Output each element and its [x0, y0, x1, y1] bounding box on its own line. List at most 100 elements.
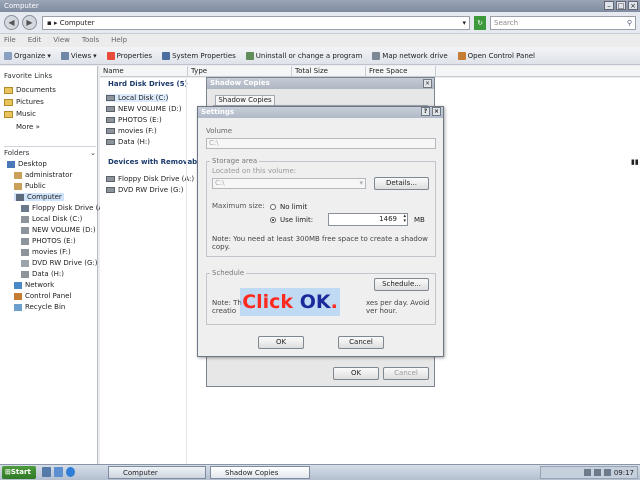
settings-close-button[interactable]: ×	[432, 107, 441, 116]
favorite-documents[interactable]: Documents	[4, 86, 56, 94]
list-item-label: Data (H:)	[118, 138, 151, 146]
folders-header[interactable]: Folders ⌄	[4, 146, 96, 157]
tree-item[interactable]: DVD RW Drive (G:)	[21, 259, 98, 267]
menu-edit[interactable]: Edit	[28, 35, 42, 46]
refresh-button[interactable]: ↻	[474, 16, 486, 30]
uninstall-button[interactable]: Uninstall or change a program	[245, 51, 362, 60]
computer-icon	[16, 193, 24, 201]
taskbar-computer[interactable]: Computer	[108, 466, 206, 479]
tree-item[interactable]: PHOTOS (E:)	[21, 237, 76, 245]
shadow-copies-close-button[interactable]: ×	[423, 79, 432, 88]
search-input[interactable]: Search ⚲	[490, 16, 636, 30]
spin-arrows-icon[interactable]: ▴ ▾	[403, 214, 406, 224]
switch-windows-icon[interactable]	[54, 467, 63, 477]
minimize-button[interactable]: –	[604, 1, 614, 10]
drive-icon	[21, 215, 29, 223]
address-bar[interactable]: ▪ ▸ Computer ▾	[42, 16, 470, 30]
tree-item[interactable]: Recycle Bin	[14, 303, 65, 311]
taskbar-shadow-copies[interactable]: Shadow Copies	[210, 466, 310, 479]
drive-icon	[106, 128, 115, 134]
security-icon[interactable]	[603, 469, 611, 476]
column-free-space[interactable]: Free Space	[366, 66, 436, 77]
organize-button[interactable]: Organize ▾	[4, 51, 51, 60]
schedule-button[interactable]: Schedule...	[374, 278, 429, 291]
tree-item[interactable]: Computer	[14, 193, 64, 201]
list-item[interactable]: DVD RW Drive (G:)	[106, 186, 184, 194]
menu-file[interactable]: File	[4, 35, 16, 46]
back-button[interactable]: ◀	[4, 15, 19, 30]
list-item[interactable]: NEW VOLUME (D:)	[106, 105, 182, 113]
schedule-note-line2-end: ver hour.	[366, 307, 398, 315]
column-name[interactable]: Name	[100, 66, 188, 77]
tree-item[interactable]: Desktop	[7, 160, 47, 168]
column-total-size[interactable]: Total Size	[292, 66, 366, 77]
settings-cancel-button[interactable]: Cancel	[338, 336, 384, 349]
tree-item[interactable]: Data (H:)	[21, 270, 64, 278]
list-item[interactable]: Data (H:)	[106, 138, 150, 146]
limit-size-input[interactable]: 1469 ▴ ▾	[328, 213, 408, 226]
drive-icon	[21, 248, 29, 256]
list-item[interactable]: PHOTOS (E:)	[106, 116, 162, 124]
maximum-size-label: Maximum size:	[212, 202, 265, 210]
favorites-more-link[interactable]: More »	[16, 123, 40, 131]
menu-help[interactable]: Help	[111, 35, 127, 46]
search-icon[interactable]: ⚲	[627, 17, 632, 29]
tree-item[interactable]: Local Disk (C:)	[21, 215, 82, 223]
tree-item[interactable]: NEW VOLUME (D:)	[21, 226, 96, 234]
tab-shadow-copies[interactable]: Shadow Copies	[215, 95, 275, 105]
drive-icon	[106, 176, 115, 182]
shadow-copies-ok-button[interactable]: OK	[333, 367, 379, 380]
column-divider	[186, 78, 187, 464]
volume-icon[interactable]	[593, 469, 601, 476]
properties-button[interactable]: Properties	[106, 51, 152, 60]
list-item[interactable]: Floppy Disk Drive (A:)	[106, 175, 194, 183]
help-button[interactable]: ?	[421, 107, 430, 116]
close-button[interactable]: ×	[628, 1, 638, 10]
map-drive-button[interactable]: Map network drive	[372, 51, 448, 60]
maximize-button[interactable]: □	[616, 1, 626, 10]
menu-view[interactable]: View	[53, 35, 70, 46]
splitter-handle[interactable]: ▮▮	[631, 158, 639, 166]
tree-item[interactable]: movies (F:)	[21, 248, 71, 256]
menu-tools[interactable]: Tools	[82, 35, 99, 46]
details-button[interactable]: Details...	[374, 177, 429, 190]
located-on-select: C:\ ▾	[212, 178, 366, 189]
tree-item[interactable]: Floppy Disk Drive (A:)	[21, 204, 108, 212]
start-button[interactable]: ⊞Start	[2, 466, 36, 479]
address-dropdown-icon[interactable]: ▾	[462, 17, 466, 29]
tree-item-label: Control Panel	[25, 292, 72, 300]
internet-explorer-icon[interactable]	[66, 467, 75, 477]
desktop-icon[interactable]	[42, 467, 51, 477]
settings-ok-button[interactable]: OK	[258, 336, 304, 349]
tree-item[interactable]: Network	[14, 281, 54, 289]
control-icon	[14, 292, 22, 300]
shadow-copies-cancel-button[interactable]: Cancel	[383, 367, 429, 380]
address-row: ◀ ▶ ▪ ▸ Computer ▾ ↻ Search ⚲	[0, 12, 640, 34]
control-panel-button[interactable]: Open Control Panel	[457, 51, 535, 60]
list-item[interactable]: movies (F:)	[106, 127, 157, 135]
breadcrumb[interactable]: Computer	[60, 19, 95, 27]
shadow-copies-title: Shadow Copies	[210, 79, 270, 87]
tree-item[interactable]: Control Panel	[14, 292, 71, 300]
tree-item-label: Desktop	[18, 160, 47, 168]
system-properties-button[interactable]: System Properties	[162, 51, 236, 60]
tooltip-prefix: Click	[242, 291, 300, 313]
views-button[interactable]: Views ▾	[60, 51, 97, 60]
views-icon	[60, 51, 69, 60]
favorite-pictures[interactable]: Pictures	[4, 98, 44, 106]
list-item[interactable]: Local Disk (C:)	[106, 94, 169, 102]
tree-item[interactable]: Public	[14, 182, 46, 190]
clock[interactable]: 09:17	[614, 469, 634, 477]
tree-item[interactable]: administrator	[14, 171, 72, 179]
forward-button[interactable]: ▶	[22, 15, 37, 30]
tree-item-label: PHOTOS (E:)	[32, 237, 76, 245]
no-limit-radio[interactable]: No limit	[270, 203, 307, 211]
user-icon	[14, 171, 22, 179]
network-status-icon[interactable]	[583, 469, 591, 476]
window-title-bar: Computer	[0, 0, 640, 12]
favorite-music[interactable]: Music	[4, 110, 36, 118]
no-limit-radio-circle	[270, 204, 276, 210]
uninstall-icon	[245, 51, 254, 60]
column-type[interactable]: Type	[188, 66, 292, 77]
use-limit-radio[interactable]: Use limit:	[270, 216, 313, 224]
